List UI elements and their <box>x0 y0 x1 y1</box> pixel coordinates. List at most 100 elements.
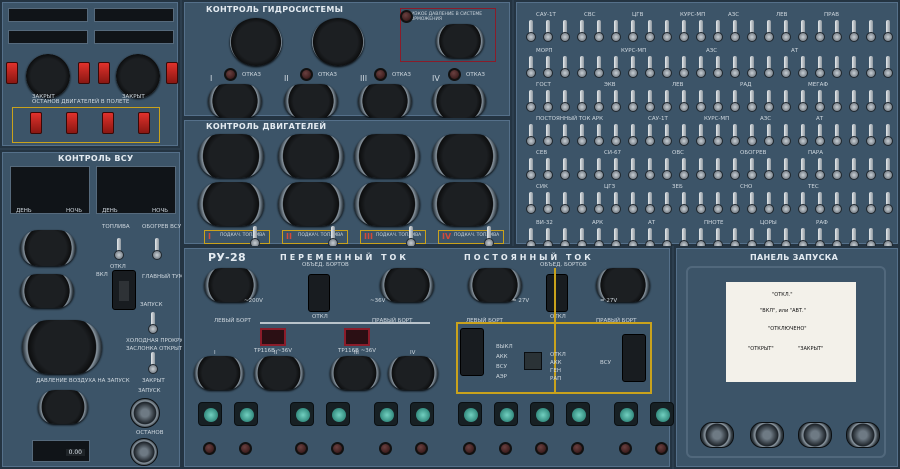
toggle-switch[interactable] <box>560 56 570 78</box>
toggle-switch[interactable] <box>832 56 842 78</box>
toggle-switch[interactable] <box>866 20 876 42</box>
toggle-switch[interactable] <box>696 124 706 146</box>
toggle-switch[interactable] <box>713 56 723 78</box>
toggle-switch[interactable] <box>543 20 553 42</box>
toggle-switch[interactable] <box>645 56 655 78</box>
toggle-switch[interactable] <box>798 192 808 214</box>
breaker-button[interactable] <box>530 402 554 426</box>
toggle-switch[interactable] <box>883 90 893 112</box>
pump-toggle-2[interactable] <box>328 226 338 248</box>
toggle-switch[interactable] <box>662 20 672 42</box>
toggle-switch[interactable] <box>526 20 536 42</box>
toggle-switch[interactable] <box>543 124 553 146</box>
toggle-switch[interactable] <box>594 158 604 180</box>
toggle-switch[interactable] <box>713 90 723 112</box>
toggle-switch[interactable] <box>560 20 570 42</box>
toggle-switch[interactable] <box>560 158 570 180</box>
stop-cap-4[interactable] <box>138 112 150 134</box>
merge-dc-switch[interactable] <box>546 274 568 312</box>
toggle-switch[interactable] <box>645 124 655 146</box>
toggle-switch[interactable] <box>747 192 757 214</box>
toggle-switch[interactable] <box>679 56 689 78</box>
toggle-switch[interactable] <box>815 124 825 146</box>
toggle-switch[interactable] <box>815 192 825 214</box>
breaker-button[interactable] <box>614 402 638 426</box>
toggle-switch[interactable] <box>611 124 621 146</box>
toggle-switch[interactable] <box>866 90 876 112</box>
toggle-switch[interactable] <box>747 90 757 112</box>
toggle-switch[interactable] <box>662 124 672 146</box>
toggle-switch[interactable] <box>611 90 621 112</box>
toggle-switch[interactable] <box>730 124 740 146</box>
toggle-switch[interactable] <box>730 158 740 180</box>
fuel-toggle[interactable] <box>114 238 124 260</box>
toggle-switch[interactable] <box>747 158 757 180</box>
toggle-switch[interactable] <box>611 20 621 42</box>
toggle-switch[interactable] <box>866 192 876 214</box>
toggle-switch[interactable] <box>883 158 893 180</box>
main-switch[interactable] <box>112 270 136 310</box>
toggle-switch[interactable] <box>594 56 604 78</box>
toggle-switch[interactable] <box>747 20 757 42</box>
dc-right-switch[interactable] <box>622 334 646 382</box>
toggle-switch[interactable] <box>594 90 604 112</box>
fire-cap[interactable] <box>78 62 90 84</box>
toggle-switch[interactable] <box>696 56 706 78</box>
toggle-switch[interactable] <box>560 124 570 146</box>
toggle-switch[interactable] <box>611 158 621 180</box>
toggle-switch[interactable] <box>849 158 859 180</box>
toggle-switch[interactable] <box>696 90 706 112</box>
toggle-switch[interactable] <box>849 124 859 146</box>
toggle-switch[interactable] <box>832 192 842 214</box>
toggle-switch[interactable] <box>815 20 825 42</box>
toggle-switch[interactable] <box>628 158 638 180</box>
toggle-switch[interactable] <box>679 90 689 112</box>
toggle-switch[interactable] <box>781 20 791 42</box>
toggle-switch[interactable] <box>594 124 604 146</box>
toggle-switch[interactable] <box>832 20 842 42</box>
toggle-switch[interactable] <box>594 192 604 214</box>
toggle-switch[interactable] <box>883 20 893 42</box>
tr-left-box[interactable] <box>260 328 286 346</box>
toggle-switch[interactable] <box>815 56 825 78</box>
stop-cap-2[interactable] <box>66 112 78 134</box>
merge-ac-switch[interactable] <box>308 274 330 312</box>
toggle-switch[interactable] <box>798 20 808 42</box>
toggle-switch[interactable] <box>849 56 859 78</box>
toggle-switch[interactable] <box>543 56 553 78</box>
tr-right-box[interactable] <box>344 328 370 346</box>
toggle-switch[interactable] <box>611 56 621 78</box>
toggle-switch[interactable] <box>560 90 570 112</box>
toggle-switch[interactable] <box>798 90 808 112</box>
dc-left-switch[interactable] <box>460 328 484 376</box>
toggle-switch[interactable] <box>628 192 638 214</box>
toggle-switch[interactable] <box>832 124 842 146</box>
fire-cap[interactable] <box>6 62 18 84</box>
stop-cap-3[interactable] <box>102 112 114 134</box>
launch-knob-3[interactable] <box>798 422 832 448</box>
toggle-switch[interactable] <box>798 56 808 78</box>
toggle-switch[interactable] <box>832 158 842 180</box>
toggle-switch[interactable] <box>849 192 859 214</box>
breaker-button[interactable] <box>234 402 258 426</box>
toggle-switch[interactable] <box>611 192 621 214</box>
toggle-switch[interactable] <box>747 56 757 78</box>
toggle-switch[interactable] <box>781 124 791 146</box>
toggle-switch[interactable] <box>628 56 638 78</box>
mode-selector[interactable] <box>524 352 542 370</box>
toggle-switch[interactable] <box>883 56 893 78</box>
toggle-switch[interactable] <box>696 158 706 180</box>
toggle-switch[interactable] <box>662 158 672 180</box>
toggle-switch[interactable] <box>526 90 536 112</box>
toggle-switch[interactable] <box>696 192 706 214</box>
toggle-switch[interactable] <box>645 192 655 214</box>
toggle-switch[interactable] <box>781 56 791 78</box>
toggle-switch[interactable] <box>526 192 536 214</box>
launch-knob-2[interactable] <box>750 422 784 448</box>
launch-knob-1[interactable] <box>700 422 734 448</box>
breaker-button[interactable] <box>650 402 674 426</box>
toggle-switch[interactable] <box>866 56 876 78</box>
toggle-switch[interactable] <box>764 56 774 78</box>
toggle-switch[interactable] <box>577 192 587 214</box>
launch-toggle[interactable] <box>148 312 158 334</box>
